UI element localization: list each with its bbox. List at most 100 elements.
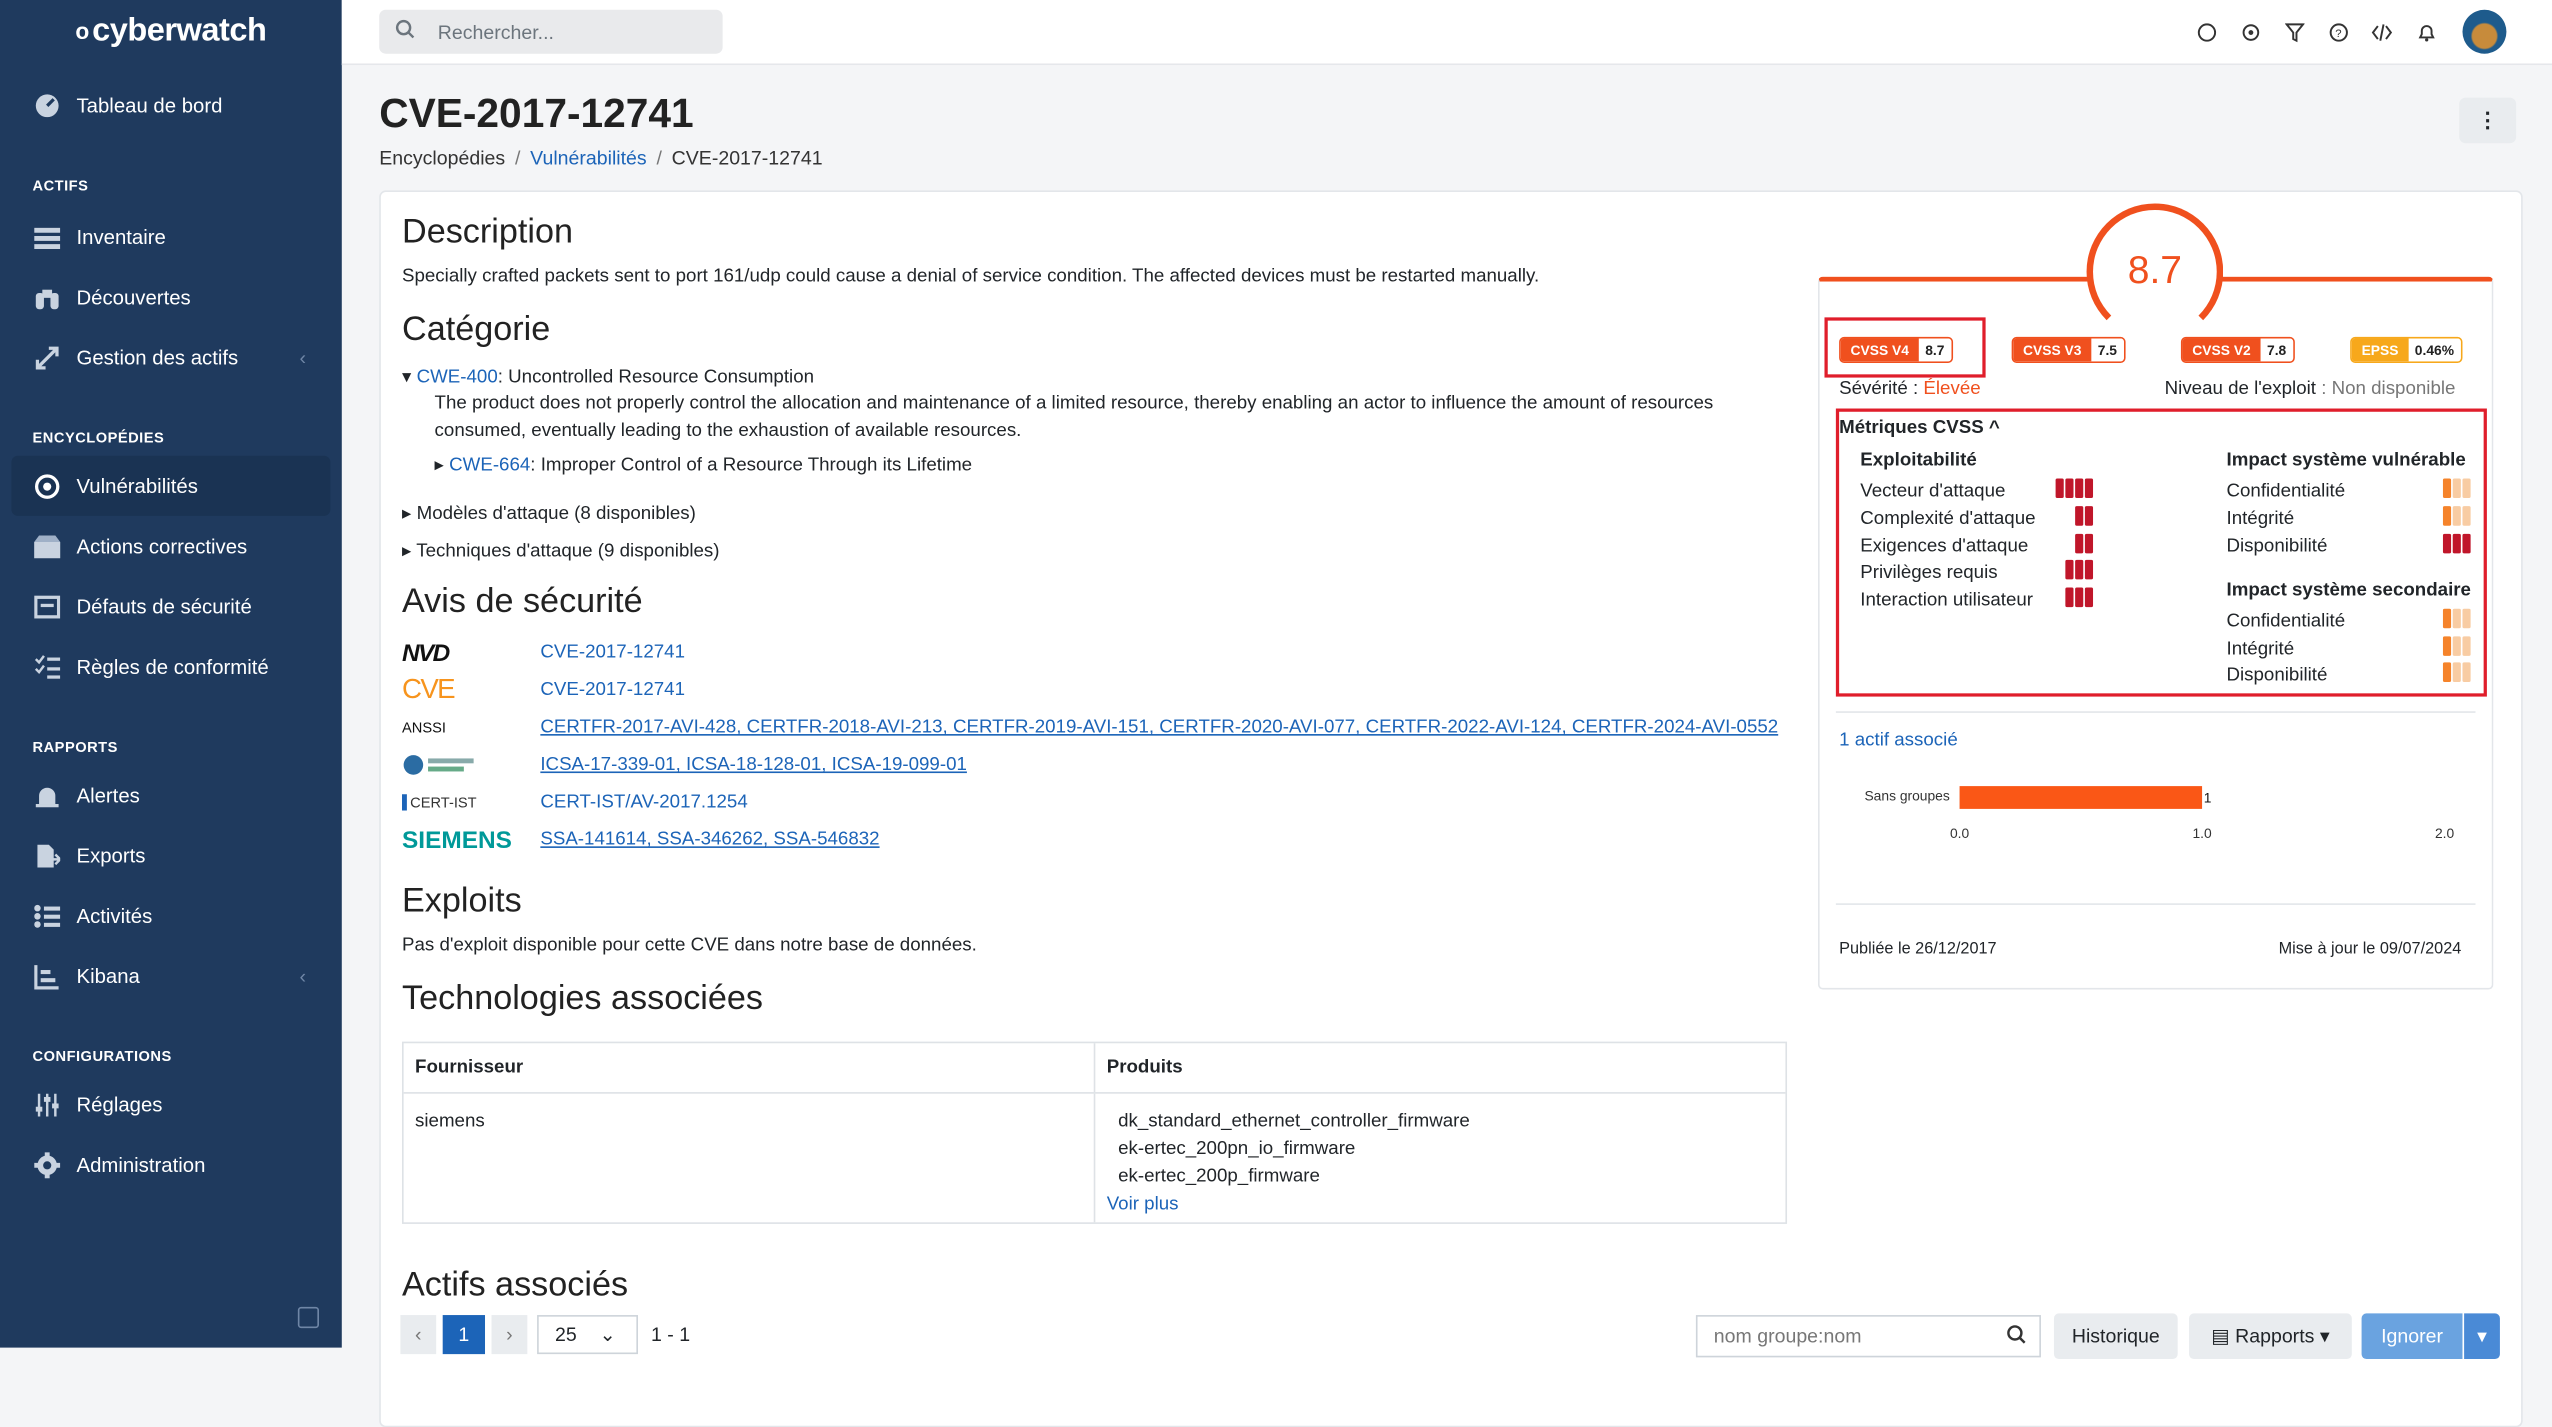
sidebar-item-administration[interactable]: Administration	[0, 1134, 342, 1194]
filter-icon[interactable]	[2282, 20, 2306, 44]
help-icon[interactable]: ?	[2326, 20, 2350, 44]
sidebar-item-actions[interactable]: Actions correctives	[0, 516, 342, 576]
metric-bar	[2441, 608, 2471, 633]
sidebar-item-exports[interactable]: Exports	[0, 825, 342, 885]
pagination: ‹ 1 › 25 ⌄ 1 - 1	[400, 1315, 691, 1355]
associated-assets-link[interactable]: 1 actif associé	[1839, 731, 1958, 751]
metric-bar	[2441, 636, 2471, 660]
bell-icon[interactable]	[2414, 20, 2438, 44]
advisory-row: SIEMENS SSA-141614, SSA-346262, SSA-5468…	[402, 824, 880, 857]
metrics-toggle[interactable]: Métriques CVSS ^	[1839, 418, 2000, 438]
cvss-v2-badge[interactable]: CVSS V2 7.8	[2180, 336, 2295, 363]
advisory-row: NVD CVE-2017-12741	[402, 636, 685, 669]
breadcrumb-link[interactable]: Vulnérabilités	[530, 146, 647, 169]
sidebar-item-activites[interactable]: Activités	[0, 885, 342, 945]
cert-ist-logo: CERT-IST	[402, 786, 540, 819]
brand-logo[interactable]: o cyberwatch	[0, 0, 342, 62]
more-options-button[interactable]: ⋮	[2459, 97, 2517, 144]
next-page-button[interactable]: ›	[491, 1315, 528, 1355]
avatar[interactable]	[2462, 9, 2507, 54]
advisory-link[interactable]: CERT-IST/AV-2017.1254	[540, 793, 747, 813]
advisory-row: ICSA-17-339-01, ICSA-18-128-01, ICSA-19-…	[402, 749, 967, 782]
advisory-link[interactable]: CERTFR-2017-AVI-428, CERTFR-2018-AVI-213…	[540, 718, 1778, 738]
cwe-link[interactable]: CWE-400	[417, 368, 498, 388]
breadcrumb: Encyclopédies / Vulnérabilités / CVE-2017-12…	[379, 146, 823, 170]
ics-cert-logo	[402, 749, 540, 782]
rapports-button[interactable]: ▤ Rapports ▾	[2189, 1313, 2352, 1360]
per-page-select[interactable]: 25 ⌄	[537, 1315, 638, 1355]
circle-icon[interactable]	[2194, 20, 2218, 44]
sidebar-item-decouvertes[interactable]: Découvertes	[0, 267, 342, 327]
avis-heading: Avis de sécurité	[402, 582, 643, 621]
metric-row: Privilèges requis	[1860, 559, 2094, 584]
exploitability-heading: Exploitabilité	[1860, 450, 1977, 471]
metric-row: Confidentialité	[2226, 608, 2471, 633]
severity: Sévérité : Élevée	[1839, 379, 1981, 399]
metric-bar	[2073, 533, 2094, 558]
group-filter-input[interactable]: nom groupe:nom	[1695, 1315, 2041, 1358]
cve-card: Description Specially crafted packets se…	[379, 190, 2523, 1427]
col-produits: Produits	[1106, 1057, 1183, 1078]
cwe-description: The product does not properly control th…	[434, 393, 1714, 442]
collapse-sidebar-icon[interactable]	[297, 1306, 319, 1329]
cvss-v4-badge[interactable]: CVSS V4 8.7	[1839, 336, 1953, 363]
voir-plus-link[interactable]: Voir plus	[1107, 1195, 1179, 1215]
assets-bar-chart: Sans groupes 1 0.0 1.0 2.0	[1864, 786, 2455, 841]
historique-button[interactable]: Historique	[2053, 1313, 2178, 1360]
bar-category-label: Sans groupes	[1864, 788, 1949, 804]
ignorer-button[interactable]: Ignorer	[2361, 1313, 2463, 1360]
chevron-up-icon: ^	[1988, 418, 2000, 438]
exploits-heading: Exploits	[402, 882, 522, 920]
epss-badge[interactable]: EPSS 0.46%	[2350, 336, 2463, 363]
svg-text:?: ?	[2334, 27, 2340, 39]
gear-icon[interactable]	[2238, 20, 2262, 44]
sidebar-item-alertes[interactable]: Alertes	[0, 765, 342, 825]
ignorer-dropdown-button[interactable]: ▾	[2464, 1313, 2500, 1360]
actifs-heading: Actifs associés	[402, 1266, 629, 1304]
sidebar-item-dashboard[interactable]: Tableau de bord	[0, 75, 342, 135]
metric-row: Disponibilité	[2226, 533, 2471, 558]
cwe-parent-row: ▸ CWE-664: Improper Control of a Resourc…	[434, 455, 973, 476]
bar-value-label: 1	[2204, 789, 2212, 805]
metric-bar	[2054, 478, 2094, 502]
file-export-icon	[33, 841, 62, 870]
metric-row: Vecteur d'attaque	[1860, 478, 2094, 502]
cvss-v3-badge[interactable]: CVSS V3 7.5	[2011, 336, 2126, 363]
published-date: Publiée le 26/12/2017	[1839, 940, 1997, 959]
impact-sec-heading: Impact système secondaire	[2226, 581, 2471, 601]
techniques-toggle[interactable]: ▸ Techniques d'attaque (9 disponibles)	[402, 539, 720, 562]
chart-icon	[33, 961, 62, 990]
metric-bar	[2073, 506, 2094, 530]
sidebar: o cyberwatch Tableau de bord ACTIFS Inven…	[0, 0, 342, 1348]
table-row: siemens dk_standard_ethernet_controller_…	[404, 1093, 1786, 1223]
metric-bar	[2441, 533, 2471, 558]
metric-row: Intégrité	[2226, 506, 2471, 530]
page-button[interactable]: 1	[442, 1315, 486, 1355]
x-tick-label: 2.0	[2435, 825, 2455, 841]
cve-logo: CVE	[402, 673, 456, 705]
page-range: 1 - 1	[651, 1323, 691, 1346]
sidebar-item-gestion[interactable]: Gestion des actifs ‹	[0, 327, 342, 387]
prev-page-button[interactable]: ‹	[400, 1315, 437, 1355]
vendor-cell: siemens	[404, 1093, 1096, 1223]
score-gauge: 8.7	[2086, 203, 2224, 341]
search-input[interactable]: Rechercher...	[379, 9, 723, 54]
modeles-toggle[interactable]: ▸ Modèles d'attaque (8 disponibles)	[402, 501, 696, 525]
sidebar-item-kibana[interactable]: Kibana ‹	[0, 946, 342, 1006]
advisory-link[interactable]: CVE-2017-12741	[540, 680, 685, 700]
sidebar-item-reglages[interactable]: Réglages	[0, 1074, 342, 1134]
list-ul-icon	[33, 901, 62, 930]
search-icon	[395, 19, 415, 44]
metric-bar	[2441, 662, 2471, 686]
bar	[1959, 786, 2203, 809]
sidebar-item-regles[interactable]: Règles de conformité	[0, 636, 342, 696]
advisory-link[interactable]: CVE-2017-12741	[540, 643, 685, 663]
sidebar-item-defauts[interactable]: Défauts de sécurité	[0, 576, 342, 636]
cwe-parent-link[interactable]: CWE-664	[449, 456, 530, 476]
sidebar-item-inventaire[interactable]: Inventaire	[0, 207, 342, 267]
sidebar-item-vulnerabilites[interactable]: Vulnérabilités	[11, 455, 331, 516]
metric-row: Exigences d'attaque	[1860, 533, 2094, 558]
advisory-link[interactable]: SSA-141614, SSA-346262, SSA-546832	[540, 830, 879, 850]
advisory-link[interactable]: ICSA-17-339-01, ICSA-18-128-01, ICSA-19-…	[540, 755, 967, 775]
code-icon[interactable]	[2370, 20, 2394, 44]
